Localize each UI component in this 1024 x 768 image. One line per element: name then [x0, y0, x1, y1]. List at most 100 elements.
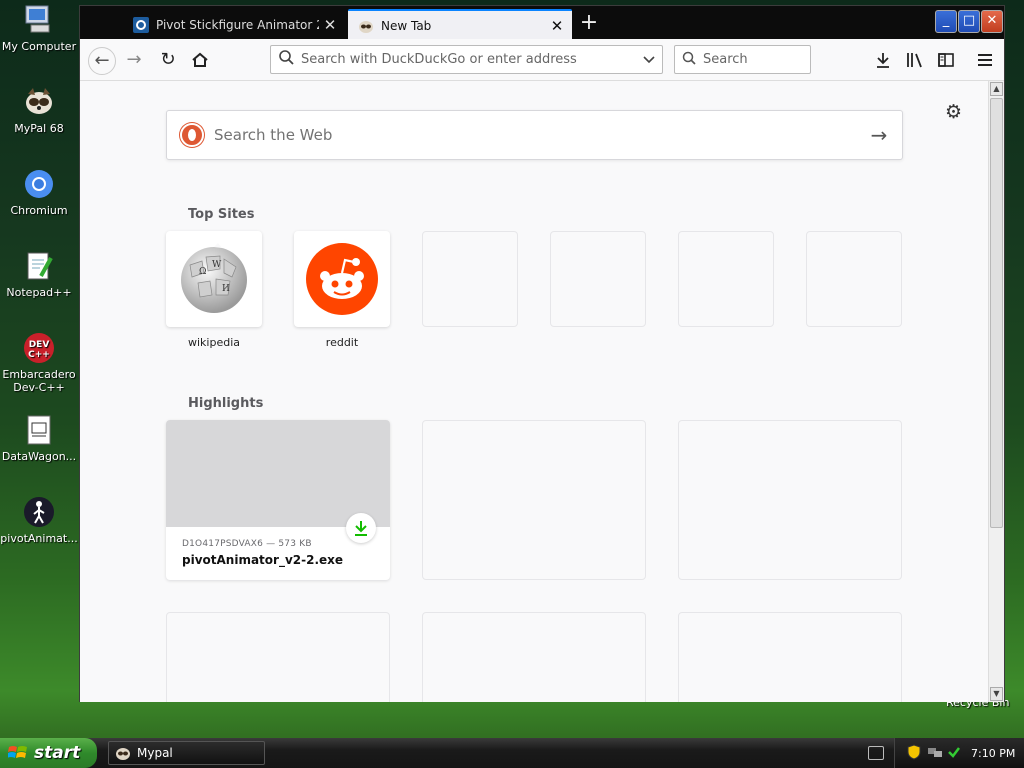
arrow-right-icon[interactable]: → [856, 123, 902, 147]
svg-text:DEV: DEV [29, 340, 50, 350]
url-bar[interactable] [270, 45, 663, 74]
downloads-button[interactable] [870, 47, 896, 73]
web-search-box[interactable]: → [166, 110, 903, 160]
security-shield-icon[interactable] [907, 743, 921, 763]
top-site-wikipedia[interactable]: Ω W И wikipedia [166, 231, 262, 349]
search-icon [271, 50, 301, 69]
update-check-icon[interactable] [947, 745, 961, 762]
svg-text:C++: C++ [28, 350, 50, 360]
tab-title: New Tab [381, 18, 432, 33]
download-icon [877, 53, 889, 68]
empty-tile[interactable] [550, 231, 646, 327]
tab-pivot[interactable]: Pivot Stickfigure Animator 2.2 Dow ✕ [123, 9, 345, 40]
gear-icon[interactable]: ⚙ [945, 101, 962, 123]
web-search-input[interactable] [214, 126, 856, 144]
reddit-alien-icon [306, 243, 378, 315]
home-button[interactable] [187, 47, 213, 73]
svg-text:Ω: Ω [199, 267, 206, 277]
computer-icon [23, 4, 55, 36]
svg-text:И: И [222, 284, 230, 294]
search-bar[interactable] [674, 45, 811, 74]
desktop-icon-pivot[interactable]: pivotAnimat... [0, 496, 78, 545]
minimize-button[interactable]: _ [935, 10, 957, 33]
desktop-icon-label: Chromium [10, 204, 68, 217]
highlight-card-empty [678, 420, 902, 580]
tab-title: Pivot Stickfigure Animator 2.2 Dow [156, 17, 319, 32]
new-tab-button[interactable]: + [577, 12, 601, 36]
library-button[interactable] [902, 47, 928, 73]
desktop-icon-label: MyPal 68 [14, 122, 64, 135]
hamburger-menu-icon [978, 54, 992, 66]
start-button[interactable]: start [0, 738, 97, 768]
sidebar-button[interactable] [933, 47, 959, 73]
devcpp-icon: DEV C++ [23, 332, 55, 364]
reload-button[interactable]: ↻ [155, 47, 181, 73]
desktop-icon-label: Embarcadero Dev-C++ [2, 368, 76, 394]
duckduckgo-icon [180, 123, 204, 147]
close-tab-icon[interactable]: ✕ [319, 16, 341, 34]
library-icon [907, 53, 922, 68]
desktop-icon-label: My Computer [1, 40, 77, 53]
top-site-empty[interactable] [806, 231, 902, 327]
browser-window: Pivot Stickfigure Animator 2.2 Dow ✕ New… [79, 5, 1005, 702]
back-button[interactable]: ← [88, 47, 116, 75]
network-icon[interactable] [927, 745, 943, 762]
system-tray: 7:10 PM [894, 738, 1024, 768]
mypal-favicon-icon [358, 18, 374, 34]
top-site-empty[interactable] [422, 231, 518, 327]
home-icon [192, 52, 208, 67]
close-window-button[interactable]: ✕ [981, 10, 1003, 33]
forward-button[interactable]: → [121, 47, 147, 73]
taskbar: start Mypal 7:10 PM [0, 738, 1024, 768]
mypal-raccoon-icon [23, 86, 55, 118]
desktop-icon-chromium[interactable]: Chromium [0, 168, 78, 217]
top-site-label: wikipedia [187, 336, 240, 349]
reddit-tile[interactable] [294, 231, 390, 327]
highlight-meta: D1O417PSDVAX6 — 573 KB [182, 539, 312, 549]
desktop-icon-devcpp[interactable]: DEV C++ Embarcadero Dev-C++ [0, 332, 78, 394]
start-label: start [34, 743, 81, 763]
search-icon [675, 51, 703, 69]
desktop-icon-notepadpp[interactable]: Notepad++ [0, 250, 78, 299]
desktop-icon-label: pivotAnimat... [0, 532, 78, 545]
desktop-icon-datawagon[interactable]: DataWagon... [0, 414, 78, 463]
download-icon [346, 513, 376, 543]
scrollbar-thumb[interactable] [990, 98, 1003, 528]
top-site-label: reddit [325, 336, 359, 349]
svg-text:W: W [212, 260, 222, 270]
tab-strip: Pivot Stickfigure Animator 2.2 Dow ✕ New… [80, 6, 1004, 40]
navigation-toolbar: ← → ↻ [80, 39, 1004, 81]
keyboard-icon[interactable] [868, 746, 884, 760]
desktop-icon-mypal[interactable]: MyPal 68 [0, 86, 78, 135]
tab-new-tab[interactable]: New Tab ✕ [348, 9, 572, 40]
scroll-up-icon[interactable]: ▲ [990, 82, 1003, 96]
desktop-icon-my-computer[interactable]: My Computer [0, 4, 78, 53]
highlight-card-empty [678, 612, 902, 702]
highlight-card-empty [422, 612, 646, 702]
highlights-heading: Highlights [188, 396, 264, 411]
search-input[interactable] [703, 52, 803, 67]
empty-tile[interactable] [678, 231, 774, 327]
taskbar-item-label: Mypal [137, 746, 173, 760]
menu-button[interactable] [972, 47, 998, 73]
top-site-empty[interactable] [678, 231, 774, 327]
top-site-reddit[interactable]: reddit [294, 231, 390, 349]
vertical-scrollbar[interactable]: ▲ ▼ [988, 81, 1004, 702]
wikipedia-globe-icon: Ω W И [181, 243, 247, 313]
clock[interactable]: 7:10 PM [971, 747, 1015, 760]
top-site-empty[interactable] [550, 231, 646, 327]
chevron-down-icon[interactable] [636, 53, 662, 67]
url-input[interactable] [301, 52, 636, 67]
wikipedia-tile[interactable]: Ω W И [166, 231, 262, 327]
windows-flag-icon [7, 744, 28, 762]
scroll-down-icon[interactable]: ▼ [990, 687, 1003, 701]
maximize-button[interactable]: □ [958, 10, 980, 33]
highlight-card-empty [166, 612, 390, 702]
taskbar-item-mypal[interactable]: Mypal [108, 741, 265, 765]
notepadpp-icon [23, 250, 55, 282]
highlight-card-download[interactable]: D1O417PSDVAX6 — 573 KB pivotAnimator_v2-… [166, 420, 390, 580]
close-tab-icon[interactable]: ✕ [546, 17, 568, 35]
stickfigure-icon [23, 496, 55, 528]
empty-tile[interactable] [806, 231, 902, 327]
empty-tile[interactable] [422, 231, 518, 327]
